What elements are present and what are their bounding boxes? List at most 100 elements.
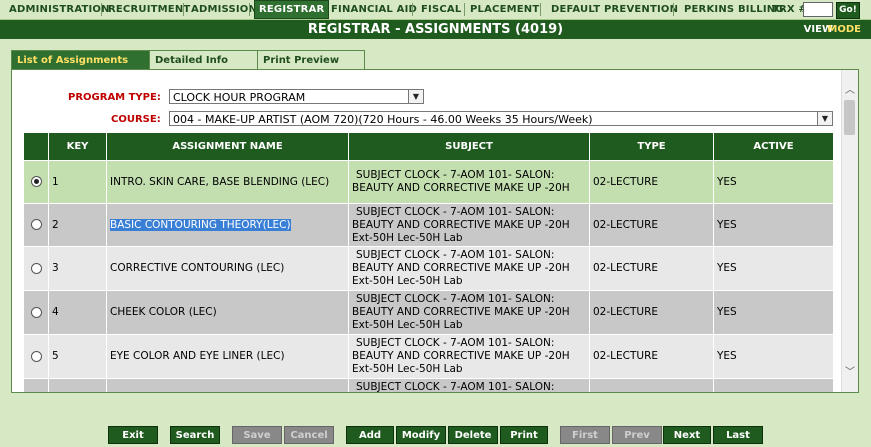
course-label: COURSE: bbox=[111, 114, 161, 125]
nav-admission[interactable]: ADMISSION bbox=[191, 0, 257, 19]
col-header-select bbox=[23, 132, 49, 161]
row-active: YES bbox=[713, 334, 834, 379]
nav-placement[interactable]: PLACEMENT bbox=[470, 0, 539, 19]
modify-button[interactable]: Modify bbox=[396, 426, 446, 444]
row-active: YES bbox=[713, 246, 834, 291]
row-key: 2 bbox=[48, 203, 107, 247]
cancel-button[interactable]: Cancel bbox=[284, 426, 334, 444]
row-radio-cell[interactable] bbox=[23, 246, 49, 291]
subject-line: SUBJECT CLOCK - 7-AOM 101- SALON: bbox=[356, 381, 555, 393]
go-button[interactable]: Go! bbox=[836, 2, 860, 19]
subject-line: Ext-50H Lec-50H Lab bbox=[352, 275, 463, 287]
subject-line: SUBJECT CLOCK - 7-AOM 101- SALON: bbox=[356, 293, 555, 305]
subject-line: BEAUTY AND CORRECTIVE MAKE UP -20H bbox=[352, 306, 570, 318]
add-button[interactable]: Add bbox=[346, 426, 394, 444]
chevron-down-icon[interactable]: ▼ bbox=[408, 90, 423, 103]
scroll-up-icon[interactable]: ︿ bbox=[842, 84, 858, 98]
row-subject: SUBJECT CLOCK - 7-AOM 101- SALON: BEAUTY … bbox=[348, 246, 590, 291]
bottom-toolbar: Exit Search Save Cancel Add Modify Delet… bbox=[0, 424, 871, 447]
prev-button[interactable]: Prev bbox=[612, 426, 662, 444]
row-subject: SUBJECT CLOCK - 7-AOM 101- SALON: bbox=[348, 378, 590, 393]
nav-administration[interactable]: ADMINISTRATION bbox=[9, 0, 110, 19]
row-radio[interactable] bbox=[30, 262, 42, 274]
table-header-row: KEY ASSIGNMENT NAME SUBJECT TYPE ACTIVE bbox=[23, 132, 834, 161]
table-row[interactable]: 1 INTRO. SKIN CARE, BASE BLENDING (LEC) … bbox=[23, 160, 834, 204]
table-row[interactable]: 2 BASIC CONTOURING THEORY(LEC) SUBJECT C… bbox=[23, 203, 834, 247]
program-type-select[interactable]: CLOCK HOUR PROGRAM ▼ bbox=[169, 89, 424, 104]
print-button[interactable]: Print bbox=[500, 426, 548, 444]
first-button[interactable]: First bbox=[560, 426, 610, 444]
table-row[interactable]: SUBJECT CLOCK - 7-AOM 101- SALON: bbox=[23, 378, 834, 393]
table-row[interactable]: 4 CHEEK COLOR (LEC) SUBJECT CLOCK - 7-AO… bbox=[23, 290, 834, 335]
subject-line: BEAUTY AND CORRECTIVE MAKE UP -20H bbox=[352, 218, 570, 231]
row-radio[interactable] bbox=[30, 219, 42, 230]
subject-line: SUBJECT CLOCK - 7-AOM 101- SALON: bbox=[356, 205, 555, 218]
mode-link[interactable]: MODE bbox=[827, 20, 861, 39]
tab-list-of-assignments[interactable]: List of Assignments bbox=[11, 50, 150, 69]
row-radio-cell[interactable] bbox=[23, 334, 49, 379]
row-type: 02-LECTURE bbox=[589, 290, 714, 335]
vertical-scrollbar[interactable]: ︿ ﹀ bbox=[841, 70, 858, 392]
top-nav: ADMINISTRATION RECRUITMENT ADMISSION REG… bbox=[0, 0, 871, 20]
row-active: YES bbox=[713, 160, 834, 204]
row-key: 1 bbox=[48, 160, 107, 204]
search-button[interactable]: Search bbox=[170, 426, 220, 444]
row-radio-cell[interactable] bbox=[23, 378, 49, 392]
nav-fiscal[interactable]: FISCAL bbox=[421, 0, 461, 19]
subject-line: SUBJECT CLOCK - 7-AOM 101- SALON: bbox=[356, 169, 555, 181]
row-name-cell: BASIC CONTOURING THEORY(LEC) bbox=[106, 203, 349, 247]
row-radio-cell[interactable] bbox=[23, 203, 49, 247]
scroll-thumb[interactable] bbox=[844, 100, 855, 135]
col-header-key[interactable]: KEY bbox=[48, 132, 107, 161]
col-header-type[interactable]: TYPE bbox=[589, 132, 714, 161]
row-radio[interactable] bbox=[30, 306, 42, 318]
nav-registrar[interactable]: REGISTRAR bbox=[254, 0, 330, 19]
save-button[interactable]: Save bbox=[232, 426, 282, 444]
delete-button[interactable]: Delete bbox=[448, 426, 498, 444]
row-key: 4 bbox=[48, 290, 107, 335]
row-radio-cell[interactable] bbox=[23, 290, 49, 335]
last-button[interactable]: Last bbox=[713, 426, 763, 444]
col-header-subject[interactable]: SUBJECT bbox=[348, 132, 590, 161]
table-row[interactable]: 5 EYE COLOR AND EYE LINER (LEC) SUBJECT … bbox=[23, 334, 834, 379]
row-name: INTRO. SKIN CARE, BASE BLENDING (LEC) bbox=[106, 160, 349, 204]
row-type: 02-LECTURE bbox=[589, 160, 714, 204]
nav-divider bbox=[183, 3, 184, 16]
next-button[interactable]: Next bbox=[663, 426, 711, 444]
trx-input[interactable] bbox=[803, 2, 833, 17]
row-active: YES bbox=[713, 203, 834, 247]
row-name: CHEEK COLOR (LEC) bbox=[106, 290, 349, 335]
tab-detailed-info[interactable]: Detailed Info bbox=[149, 50, 258, 69]
row-radio[interactable] bbox=[30, 176, 42, 187]
row-name: EYE COLOR AND EYE LINER (LEC) bbox=[106, 334, 349, 379]
row-name: CORRECTIVE CONTOURING (LEC) bbox=[106, 246, 349, 291]
course-select[interactable]: 004 - MAKE-UP ARTIST (AOM 720)(720 Hours… bbox=[169, 111, 833, 126]
nav-financial-aid[interactable]: FINANCIAL AID bbox=[331, 0, 417, 19]
scroll-down-icon[interactable]: ﹀ bbox=[842, 366, 858, 380]
subject-line: BEAUTY AND CORRECTIVE MAKE UP -20H bbox=[352, 262, 570, 274]
nav-default-prevention[interactable]: DEFAULT PREVENTION bbox=[551, 0, 678, 19]
subject-line: SUBJECT CLOCK - 7-AOM 101- SALON: bbox=[356, 249, 555, 261]
nav-divider bbox=[540, 3, 541, 16]
program-type-value: CLOCK HOUR PROGRAM bbox=[173, 91, 306, 104]
nav-divider bbox=[673, 3, 674, 16]
chevron-down-icon[interactable]: ▼ bbox=[817, 112, 832, 125]
row-type bbox=[589, 378, 714, 392]
table-row[interactable]: 3 CORRECTIVE CONTOURING (LEC) SUBJECT CL… bbox=[23, 246, 834, 291]
row-subject: SUBJECT CLOCK - 7-AOM 101- SALON: BEAUTY … bbox=[348, 334, 590, 379]
row-subject: SUBJECT CLOCK - 7-AOM 101- SALON: BEAUTY … bbox=[348, 203, 590, 247]
page-title: REGISTRAR - ASSIGNMENTS (4019) bbox=[307, 22, 564, 37]
row-key: 5 bbox=[48, 334, 107, 379]
nav-perkins-billing[interactable]: PERKINS BILLING bbox=[684, 0, 784, 19]
col-header-active[interactable]: ACTIVE bbox=[713, 132, 834, 161]
tab-print-preview[interactable]: Print Preview bbox=[257, 50, 365, 69]
content-panel: PROGRAM TYPE: CLOCK HOUR PROGRAM ▼ COURS… bbox=[11, 69, 859, 393]
exit-button[interactable]: Exit bbox=[108, 426, 158, 444]
program-type-label: PROGRAM TYPE: bbox=[68, 92, 161, 103]
nav-recruitment[interactable]: RECRUITMENT bbox=[108, 0, 190, 19]
row-subject: SUBJECT CLOCK - 7-AOM 101- SALON: BEAUTY … bbox=[348, 160, 590, 204]
row-radio[interactable] bbox=[30, 350, 42, 362]
row-active bbox=[713, 378, 834, 392]
col-header-assignment-name[interactable]: ASSIGNMENT NAME bbox=[106, 132, 349, 161]
row-radio-cell[interactable] bbox=[23, 160, 49, 204]
